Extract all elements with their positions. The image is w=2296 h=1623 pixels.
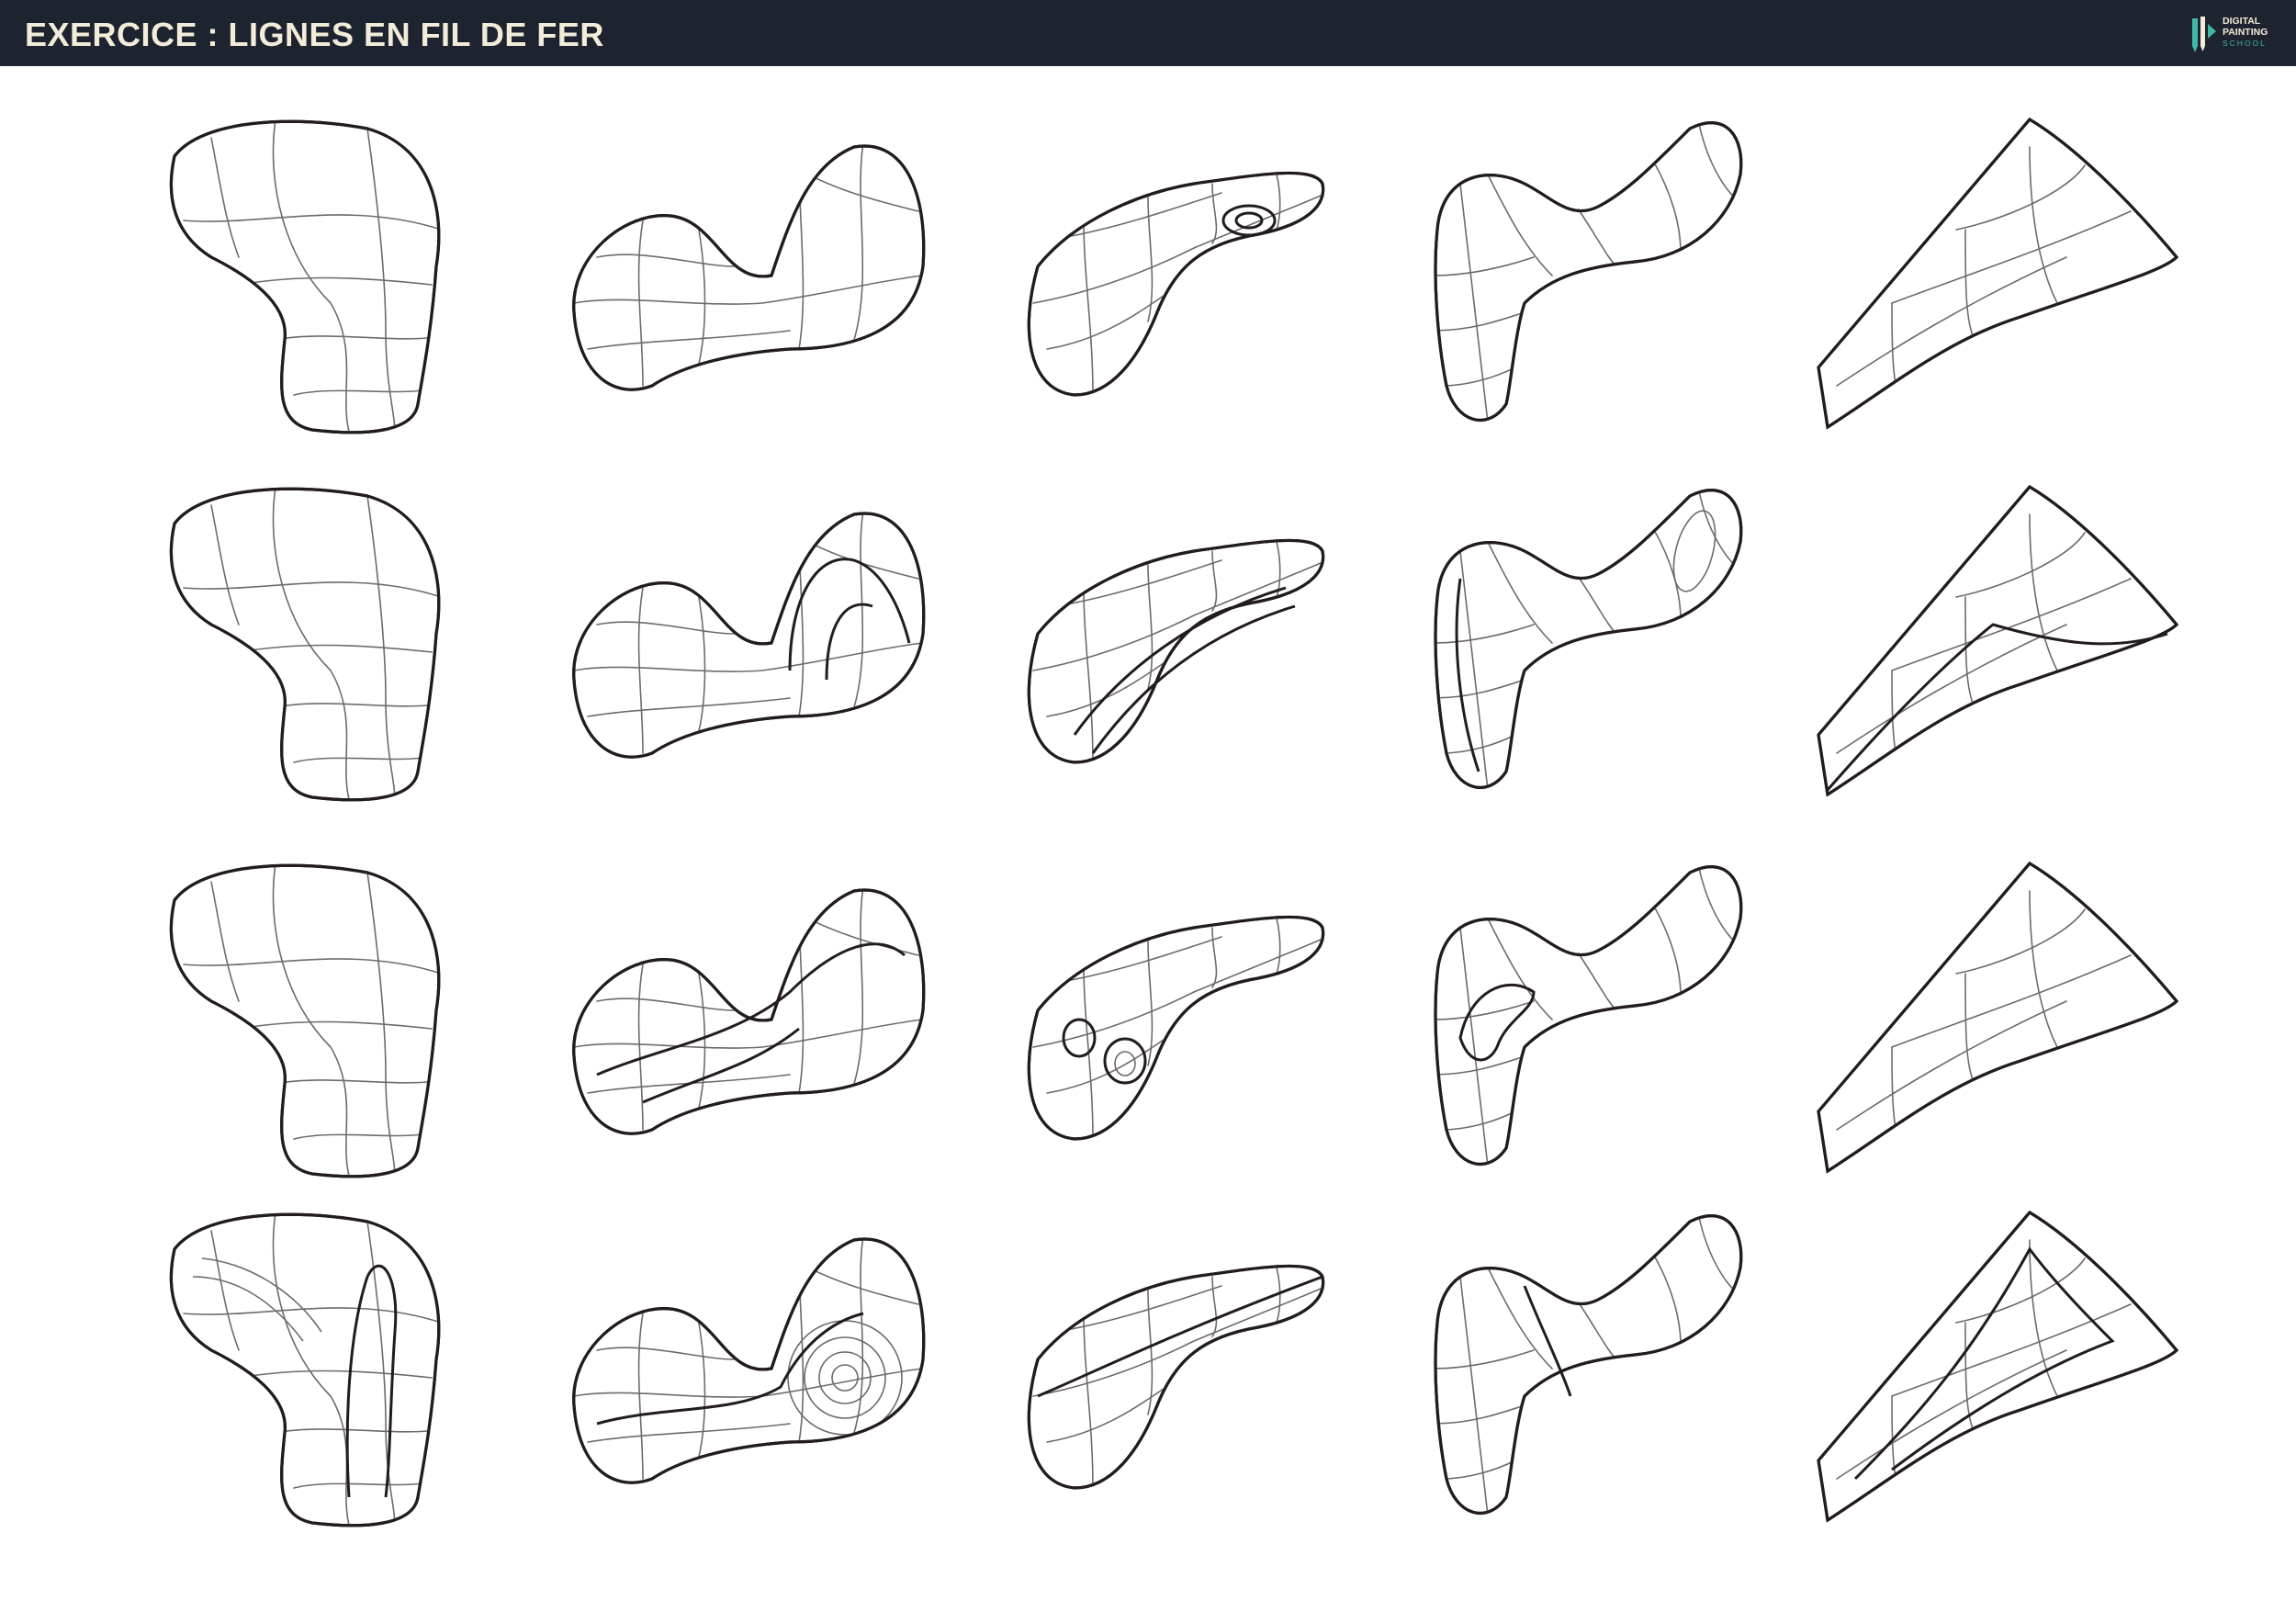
header-bar: EXERCICE : LIGNES EN FIL DE FER DIGITAL … — [0, 0, 2296, 66]
logo-line-2: PAINTING — [2223, 27, 2268, 38]
row-1 — [169, 118, 2178, 434]
wireframe-peanut-r4 — [572, 1237, 926, 1484]
wireframe-blob-r4 — [169, 1212, 441, 1527]
wireframe-hook-r1 — [1434, 121, 1743, 423]
logo-line-1: DIGITAL — [2223, 16, 2261, 27]
wireframe-hook-r4 — [1434, 1214, 1743, 1516]
row-4 — [169, 1211, 2178, 1527]
wireframe-blob-r2 — [169, 487, 441, 802]
exercise-sheet: .outline { fill: #ffffff; stroke: #231c1… — [169, 118, 2178, 1527]
wireframe-bean-r3 — [1027, 915, 1325, 1141]
wireframe-wedge-r4 — [1817, 1211, 2178, 1522]
wireframe-wedge-r2 — [1817, 485, 2178, 796]
wireframe-hook-r3 — [1434, 865, 1743, 1167]
school-logo: DIGITAL PAINTING SCHOOL — [2189, 13, 2278, 55]
wireframe-wedge-r1 — [1817, 118, 2178, 429]
wireframe-peanut-r3 — [572, 888, 926, 1135]
wireframe-hook-r2 — [1434, 489, 1743, 790]
logo-line-3: SCHOOL — [2223, 39, 2267, 48]
brush-pencil-icon — [2192, 17, 2216, 52]
wireframe-bean-r2 — [1027, 538, 1325, 764]
row-2 — [169, 485, 2178, 802]
row-3 — [169, 862, 2178, 1178]
wireframe-bean-r1 — [1027, 171, 1325, 397]
wireframe-peanut-r2 — [572, 512, 926, 759]
wireframe-bean-r4 — [1027, 1264, 1325, 1490]
page-title: EXERCICE : LIGNES EN FIL DE FER — [25, 16, 604, 53]
wireframe-peanut-r1 — [572, 144, 926, 391]
wireframe-blob-r3 — [169, 863, 441, 1178]
wireframe-blob-r1 — [169, 119, 441, 434]
wireframe-wedge-r3 — [1817, 862, 2178, 1173]
